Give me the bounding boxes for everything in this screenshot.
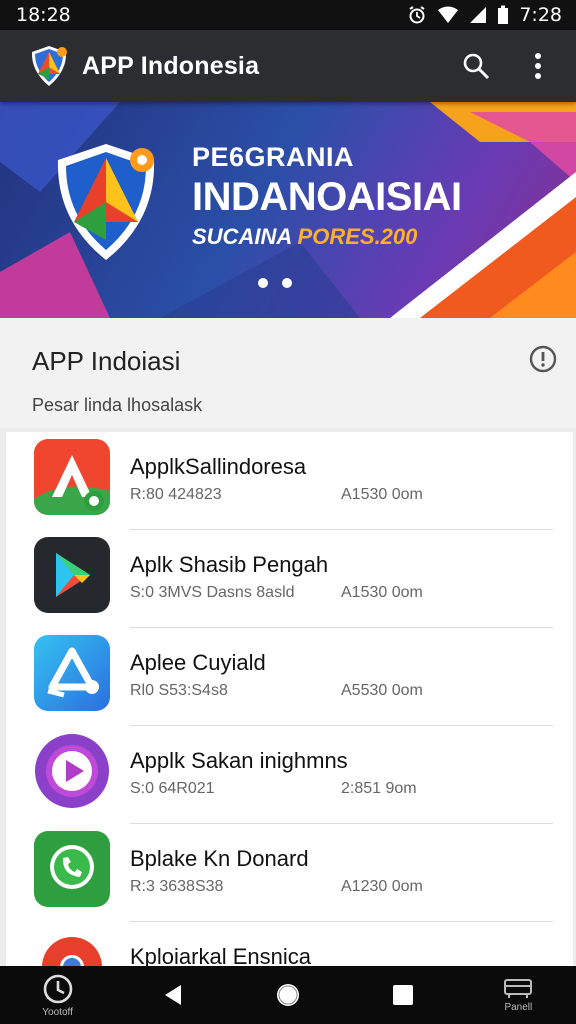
section-title: APP Indoiasi [32, 346, 181, 376]
wifi-icon [438, 6, 459, 23]
app-logo-icon [31, 46, 67, 86]
app-list: ApplkSallindoresa R:80 424823 A1530 0om … [6, 432, 573, 972]
list-item[interactable]: Kploiarkal Ensnica [6, 922, 573, 972]
clock-icon [43, 974, 72, 1003]
nav-panel-button[interactable]: Panell [478, 966, 558, 1024]
signal-icon [470, 7, 487, 23]
list-item[interactable]: Aplk Shasib Pengah S:0 3MVS Dasns 8asld … [6, 530, 573, 628]
overflow-menu-button[interactable] [514, 42, 562, 90]
nav-left-label: Yootoff [42, 1006, 73, 1018]
pager-dot[interactable] [258, 278, 268, 288]
section-header: APP Indoiasi Pesar linda lhosalask [0, 318, 576, 428]
more-vert-icon [535, 53, 541, 79]
back-button[interactable] [133, 966, 213, 1024]
search-icon [463, 53, 490, 80]
phone-app-icon [34, 831, 110, 907]
app-name: Applk Sakan inighmns [130, 748, 348, 773]
promo-banner[interactable]: PE6GRANIA INDANOAISIAI SUCAINA PORES.200 [0, 102, 576, 318]
app-meta: R:80 424823 [130, 486, 222, 503]
list-item[interactable]: ApplkSallindoresa R:80 424823 A1530 0om [6, 432, 573, 530]
panel-icon [504, 978, 533, 998]
orange-a-icon [34, 439, 110, 515]
app-meta: R:3 3638S38 [130, 878, 224, 895]
app-size: A1230 0om [341, 878, 423, 895]
app-name: Aplk Shasib Pengah [130, 552, 329, 577]
navigation-bar: Yootoff Panell [0, 966, 576, 1024]
status-time-right: 7:28 [519, 4, 562, 26]
nav-clock-button[interactable]: Yootoff [18, 966, 98, 1024]
app-size: A5530 0om [341, 682, 423, 699]
alarm-icon [409, 6, 425, 24]
back-icon [164, 985, 181, 1005]
app-name: Aplee Cuyiald [130, 650, 266, 675]
app-size: A1530 0om [341, 486, 423, 503]
banner-text: PE6GRANIA INDANOAISIAI SUCAINA PORES.200 [192, 142, 462, 250]
list-item[interactable]: Applk Sakan inighmns S:0 64R021 2:851 9o… [6, 726, 573, 824]
status-icons: 7:28 [407, 4, 562, 26]
nav-right-label: Panell [504, 1001, 533, 1013]
banner-headline-1: PE6GRANIA [192, 142, 355, 172]
home-button[interactable] [248, 966, 328, 1024]
app-meta: S:0 64R021 [130, 780, 215, 797]
status-bar: 18:28 7:28 [0, 0, 576, 30]
app-meta: S:0 3MVS Dasns 8asld [130, 584, 295, 601]
app-bar: APP Indonesia [0, 30, 576, 102]
recents-icon [393, 985, 414, 1005]
search-button[interactable] [452, 42, 500, 90]
banner-tagline-b: PORES.200 [297, 224, 418, 249]
share-triangle-icon [34, 635, 110, 711]
banner-headline-2: INDANOAISIAI [192, 175, 462, 219]
play-store-icon [34, 537, 110, 613]
app-size: A1530 0om [341, 584, 423, 601]
app-title: APP Indonesia [82, 51, 260, 80]
banner-tagline: SUCAINA PORES.200 [192, 224, 462, 250]
list-item[interactable]: Bplake Kn Donard R:3 3638S38 A1230 0om [6, 824, 573, 922]
list-item[interactable]: Aplee Cuyiald Rl0 S53:S4s8 A5530 0om [6, 628, 573, 726]
app-name: Bplake Kn Donard [130, 846, 309, 871]
media-play-icon [34, 733, 110, 809]
home-icon [276, 984, 299, 1006]
app-size: 2:851 9om [341, 780, 417, 797]
battery-icon [498, 5, 509, 24]
info-icon[interactable] [528, 344, 558, 374]
status-time-left: 18:28 [16, 4, 71, 26]
banner-tagline-a: SUCAINA [192, 224, 292, 249]
app-name: ApplkSallindoresa [130, 454, 307, 479]
pager-dot[interactable] [282, 278, 292, 288]
banner-logo-icon [57, 144, 155, 260]
banner-pager[interactable] [258, 278, 292, 288]
section-subtitle: Pesar linda lhosalask [32, 395, 203, 415]
app-meta: Rl0 S53:S4s8 [130, 682, 228, 699]
recents-button[interactable] [363, 966, 443, 1024]
